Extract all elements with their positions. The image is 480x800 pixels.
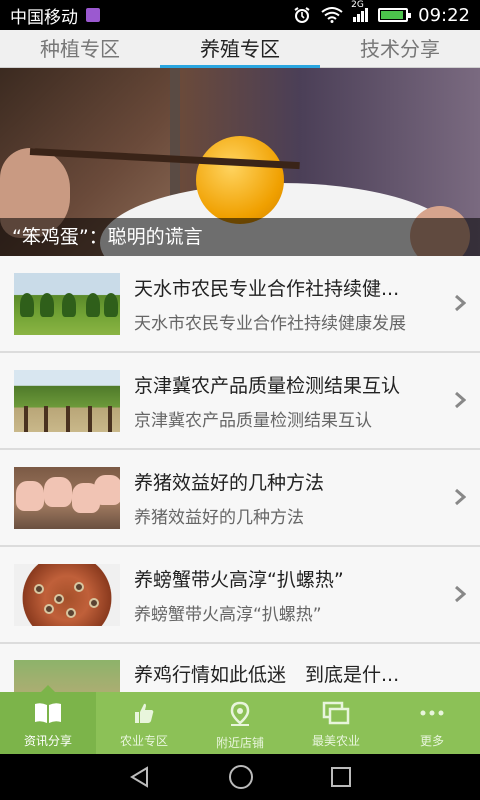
battery-level: [381, 11, 404, 19]
home-icon[interactable]: [228, 764, 254, 790]
location-pin-icon: [230, 701, 250, 726]
wifi-icon: [321, 7, 343, 23]
nav-label: 最美农业: [311, 734, 360, 748]
nav-nearby-shops[interactable]: 附近店铺: [192, 692, 288, 754]
article-summary: 京津冀农产品质量检测结果互认: [134, 410, 372, 431]
article-title: 京津冀农产品质量检测结果互认: [134, 374, 401, 397]
chevron-right-icon: [455, 585, 466, 603]
article-title: 天水市农民专业合作社持续健...: [134, 277, 400, 300]
banner-caption: “笨鸡蛋”：聪明的谎言: [0, 218, 480, 256]
chevron-right-icon: [455, 294, 466, 312]
clock: 09:22: [418, 4, 470, 26]
carrier-name: 中国移动: [10, 7, 78, 28]
article-title: 养猪效益好的几种方法: [134, 471, 325, 494]
carrier-info: 中国移动: [10, 3, 100, 28]
book-icon: [35, 703, 61, 723]
list-item[interactable]: 京津冀农产品质量检测结果互认 京津冀农产品质量检测结果互认: [0, 353, 480, 450]
tab-planting[interactable]: 种植专区: [0, 30, 160, 67]
nav-label: 附近店铺: [215, 736, 264, 750]
article-summary: 养螃蟹带火高淳“扒螺热”: [134, 604, 322, 625]
sim-badge-icon: [86, 8, 100, 22]
article-summary: 天水市农民专业合作社持续健康发展: [134, 313, 406, 334]
thumbs-up-icon: [135, 703, 154, 723]
nav-label: 资讯分享: [23, 734, 72, 748]
list-item[interactable]: 养猪效益好的几种方法 养猪效益好的几种方法: [0, 450, 480, 547]
system-navigation-bar: [0, 754, 480, 800]
article-title: 养鸡行情如此低迷 到底是什...: [134, 664, 400, 686]
alarm-icon: [294, 7, 310, 23]
orchard-image: [14, 369, 120, 432]
network-type: 2G: [351, 0, 364, 10]
more-dots-icon: [420, 710, 444, 716]
featured-banner[interactable]: “笨鸡蛋”：聪明的谎言: [0, 68, 480, 256]
nav-beautiful-agriculture[interactable]: 最美农业: [288, 692, 384, 754]
chickens-image: [14, 660, 120, 692]
nav-label: 更多: [419, 734, 444, 748]
nav-label: 农业专区: [119, 734, 168, 748]
category-tabs: 种植专区 养殖专区 技术分享: [0, 30, 480, 68]
bottom-navigation: 资讯分享 农业专区 附近店铺 最美农业 更多: [0, 685, 480, 754]
farm-field-image: [14, 272, 120, 335]
tab-tech-sharing[interactable]: 技术分享: [320, 30, 480, 67]
back-icon[interactable]: [128, 765, 152, 789]
pigs-image: [14, 466, 120, 529]
nav-news-sharing[interactable]: 资讯分享: [0, 685, 96, 754]
recent-apps-icon[interactable]: [330, 766, 352, 788]
article-title: 养螃蟹带火高淳“扒螺热”: [134, 568, 344, 591]
chevron-right-icon: [455, 488, 466, 506]
nav-more[interactable]: 更多: [384, 692, 480, 754]
snails-dish-image: [14, 563, 120, 626]
egg-yolk-image: [196, 136, 284, 224]
list-item[interactable]: 天水市农民专业合作社持续健... 天水市农民专业合作社持续健康发展: [0, 256, 480, 353]
battery-icon: [378, 8, 412, 22]
signal-icon: 2G: [351, 0, 369, 22]
tab-breeding[interactable]: 养殖专区: [160, 30, 320, 68]
list-item[interactable]: 养螃蟹带火高淳“扒螺热” 养螃蟹带火高淳“扒螺热”: [0, 547, 480, 644]
chevron-right-icon: [455, 391, 466, 409]
article-summary: 养猪效益好的几种方法: [134, 507, 304, 528]
status-bar: 中国移动 2G 09:22: [0, 0, 480, 30]
stacked-windows-icon: [322, 701, 350, 725]
nav-agriculture-zone[interactable]: 农业专区: [96, 692, 192, 754]
article-list: 天水市农民专业合作社持续健... 天水市农民专业合作社持续健康发展 京津冀农产品…: [0, 256, 480, 692]
list-item[interactable]: 养鸡行情如此低迷 到底是什...: [0, 644, 480, 692]
